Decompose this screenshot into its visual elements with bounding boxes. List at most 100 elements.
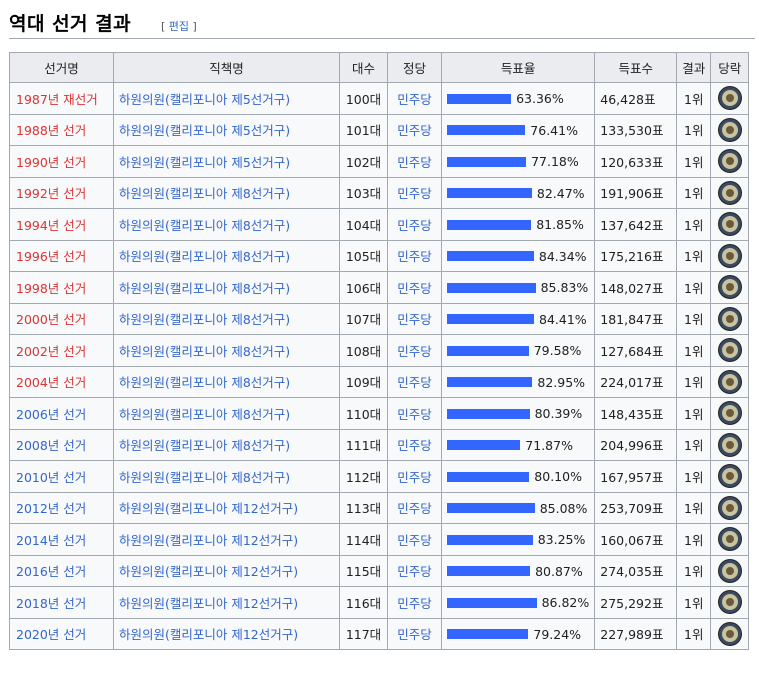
house-seal-icon[interactable] (718, 528, 741, 551)
cell-votes: 120,633표 (594, 145, 678, 178)
party-link[interactable]: 민주당 (397, 186, 432, 201)
election-link[interactable]: 1987년 재선거 (16, 92, 98, 107)
election-link[interactable]: 2018년 선거 (16, 596, 86, 611)
cell-election: 1990년 선거 (9, 145, 114, 178)
position-link[interactable]: 하원의원(캘리포니아 제8선거구) (119, 470, 290, 485)
party-link[interactable]: 민주당 (397, 218, 432, 233)
party-link[interactable]: 민주당 (397, 533, 432, 548)
position-link[interactable]: 하원의원(캘리포니아 제12선거구) (119, 564, 298, 579)
election-link[interactable]: 2000년 선거 (16, 312, 86, 327)
position-link[interactable]: 하원의원(캘리포니아 제8선거구) (119, 438, 290, 453)
position-link[interactable]: 하원의원(캘리포니아 제12선거구) (119, 627, 298, 642)
election-link[interactable]: 2014년 선거 (16, 533, 86, 548)
party-link[interactable]: 민주당 (397, 564, 432, 579)
party-link[interactable]: 민주당 (397, 407, 432, 422)
header-party: 정당 (387, 52, 442, 83)
election-link[interactable]: 2020년 선거 (16, 627, 86, 642)
cell-outcome (710, 397, 750, 430)
edit-link[interactable]: 편집 (169, 20, 189, 33)
cell-vote-rate: 86.82% (440, 586, 596, 619)
party-link[interactable]: 민주당 (397, 470, 432, 485)
house-seal-icon[interactable] (718, 339, 741, 362)
election-link[interactable]: 2010년 선거 (16, 470, 86, 485)
house-seal-icon[interactable] (718, 87, 741, 110)
house-seal-icon[interactable] (718, 244, 741, 267)
house-seal-icon[interactable] (718, 433, 741, 456)
position-link[interactable]: 하원의원(캘리포니아 제12선거구) (119, 533, 298, 548)
cell-election: 2008년 선거 (9, 428, 114, 461)
vote-rate-text: 85.83% (540, 280, 589, 296)
table-row: 2014년 선거 하원의원(캘리포니아 제12선거구) 114대 민주당 83.25% 1… (9, 523, 750, 556)
house-seal-icon[interactable] (718, 181, 741, 204)
cell-votes: 274,035표 (594, 554, 678, 587)
cell-party: 민주당 (387, 428, 442, 461)
party-link[interactable]: 민주당 (397, 155, 432, 170)
house-seal-icon[interactable] (718, 307, 741, 330)
election-link[interactable]: 1998년 선거 (16, 281, 86, 296)
position-link[interactable]: 하원의원(캘리포니아 제5선거구) (119, 123, 290, 138)
position-link[interactable]: 하원의원(캘리포니아 제8선거구) (119, 281, 290, 296)
position-link[interactable]: 하원의원(캘리포니아 제8선거구) (119, 186, 290, 201)
party-link[interactable]: 민주당 (397, 281, 432, 296)
election-link[interactable]: 2006년 선거 (16, 407, 86, 422)
party-link[interactable]: 민주당 (397, 249, 432, 264)
position-link[interactable]: 하원의원(캘리포니아 제5선거구) (119, 155, 290, 170)
house-seal-icon[interactable] (718, 213, 741, 236)
election-link[interactable]: 2016년 선거 (16, 564, 86, 579)
party-link[interactable]: 민주당 (397, 92, 432, 107)
table-row: 1990년 선거 하원의원(캘리포니아 제5선거구) 102대 민주당 77.18% 12… (9, 145, 750, 178)
cell-vote-rate: 83.25% (440, 523, 596, 556)
party-link[interactable]: 민주당 (397, 627, 432, 642)
cell-result: 1위 (676, 145, 712, 178)
table-row: 2020년 선거 하원의원(캘리포니아 제12선거구) 117대 민주당 79.24% 2… (9, 617, 750, 650)
cell-vote-rate: 85.83% (440, 271, 596, 304)
cell-result: 1위 (676, 523, 712, 556)
cell-result: 1위 (676, 302, 712, 335)
cell-result: 1위 (676, 428, 712, 461)
party-link[interactable]: 민주당 (397, 344, 432, 359)
cell-session: 107대 (339, 302, 388, 335)
house-seal-icon[interactable] (718, 150, 741, 173)
party-link[interactable]: 민주당 (397, 123, 432, 138)
election-link[interactable]: 2004년 선거 (16, 375, 86, 390)
position-link[interactable]: 하원의원(캘리포니아 제8선거구) (119, 375, 290, 390)
election-link[interactable]: 1988년 선거 (16, 123, 86, 138)
house-seal-icon[interactable] (718, 276, 741, 299)
house-seal-icon[interactable] (718, 559, 741, 582)
party-link[interactable]: 민주당 (397, 438, 432, 453)
cell-election: 1998년 선거 (9, 271, 114, 304)
house-seal-icon[interactable] (718, 496, 741, 519)
position-link[interactable]: 하원의원(캘리포니아 제8선거구) (119, 407, 290, 422)
house-seal-icon[interactable] (718, 370, 741, 393)
house-seal-icon[interactable] (718, 465, 741, 488)
election-link[interactable]: 1994년 선거 (16, 218, 86, 233)
position-link[interactable]: 하원의원(캘리포니아 제8선거구) (119, 218, 290, 233)
position-link[interactable]: 하원의원(캘리포니아 제12선거구) (119, 596, 298, 611)
election-link[interactable]: 1996년 선거 (16, 249, 86, 264)
election-link[interactable]: 2008년 선거 (16, 438, 86, 453)
party-link[interactable]: 민주당 (397, 312, 432, 327)
cell-outcome (710, 617, 750, 650)
election-results-table: 선거명 직책명 대수 정당 득표율 득표수 결과 당락 1987년 재선거 하원의… (9, 52, 750, 650)
cell-party: 민주당 (387, 365, 442, 398)
position-link[interactable]: 하원의원(캘리포니아 제8선거구) (119, 344, 290, 359)
position-link[interactable]: 하원의원(캘리포니아 제12선거구) (119, 501, 298, 516)
cell-result: 1위 (676, 460, 712, 493)
election-link[interactable]: 1992년 선거 (16, 186, 86, 201)
party-link[interactable]: 민주당 (397, 596, 432, 611)
election-link[interactable]: 2012년 선거 (16, 501, 86, 516)
position-link[interactable]: 하원의원(캘리포니아 제5선거구) (119, 92, 290, 107)
election-link[interactable]: 2002년 선거 (16, 344, 86, 359)
party-link[interactable]: 민주당 (397, 375, 432, 390)
house-seal-icon[interactable] (718, 402, 741, 425)
election-link[interactable]: 1990년 선거 (16, 155, 86, 170)
house-seal-icon[interactable] (718, 591, 741, 614)
cell-votes: 137,642표 (594, 208, 678, 241)
party-link[interactable]: 민주당 (397, 501, 432, 516)
house-seal-icon[interactable] (718, 118, 741, 141)
position-link[interactable]: 하원의원(캘리포니아 제8선거구) (119, 312, 290, 327)
cell-votes: 160,067표 (594, 523, 678, 556)
position-link[interactable]: 하원의원(캘리포니아 제8선거구) (119, 249, 290, 264)
house-seal-icon[interactable] (718, 622, 741, 645)
table-row: 1992년 선거 하원의원(캘리포니아 제8선거구) 103대 민주당 82.47% 19… (9, 176, 750, 209)
